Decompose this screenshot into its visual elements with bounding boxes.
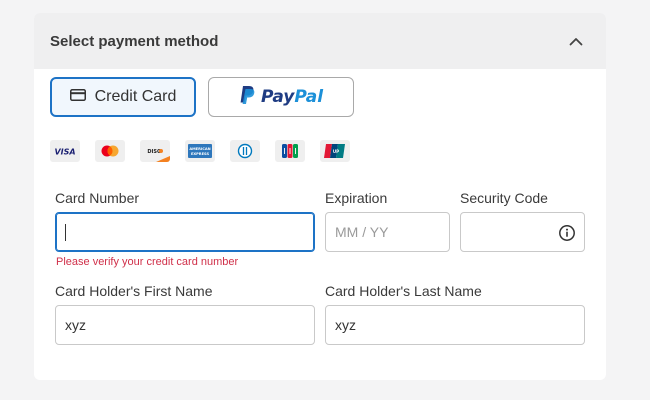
text-caret (65, 223, 66, 241)
last-name-value: xyz (335, 317, 356, 333)
credit-card-icon (69, 88, 86, 106)
card-number-label: Card Number (55, 190, 140, 206)
svg-text:UP: UP (333, 149, 339, 154)
last-name-label: Card Holder's Last Name (325, 283, 482, 299)
svg-text:DISC: DISC (147, 149, 161, 155)
payment-method-options: Credit Card PayPal (50, 77, 354, 117)
amex-icon: AMERICAN EXPRESS (185, 140, 215, 162)
accepted-card-brands: VISA DISC AMERICAN EXPRESS UP (50, 140, 350, 162)
jcb-icon (275, 140, 305, 162)
diners-club-icon (230, 140, 260, 162)
panel-header[interactable]: Select payment method (34, 13, 606, 69)
last-name-input[interactable]: xyz (325, 305, 585, 345)
svg-text:AMERICAN: AMERICAN (189, 147, 210, 151)
unionpay-icon: UP (320, 140, 350, 162)
first-name-value: xyz (65, 317, 86, 333)
mastercard-icon (95, 140, 125, 162)
expiration-input[interactable]: MM / YY (325, 212, 450, 252)
visa-icon: VISA (50, 140, 80, 162)
expiration-label: Expiration (325, 190, 388, 206)
svg-text:EXPRESS: EXPRESS (191, 152, 210, 156)
svg-text:VISA: VISA (54, 148, 75, 157)
credit-card-option-button[interactable]: Credit Card (50, 77, 196, 117)
first-name-input[interactable]: xyz (55, 305, 315, 345)
payment-method-panel: Select payment method Credit Card PayPal… (34, 13, 606, 380)
paypal-logo-icon (239, 85, 255, 110)
card-number-error: Please verify your credit card number (56, 256, 239, 268)
security-code-label: Security Code (460, 190, 548, 206)
info-icon[interactable] (558, 224, 576, 242)
expiration-placeholder: MM / YY (335, 224, 389, 240)
credit-card-option-label: Credit Card (94, 88, 177, 105)
paypal-wordmark: PayPal (260, 87, 324, 107)
paypal-option-button[interactable]: PayPal (208, 77, 354, 117)
chevron-up-icon[interactable] (566, 31, 586, 51)
panel-title: Select payment method (50, 32, 219, 50)
security-code-input[interactable] (460, 212, 585, 252)
first-name-label: Card Holder's First Name (55, 283, 213, 299)
card-number-input[interactable] (55, 212, 315, 252)
discover-icon: DISC (140, 140, 170, 162)
